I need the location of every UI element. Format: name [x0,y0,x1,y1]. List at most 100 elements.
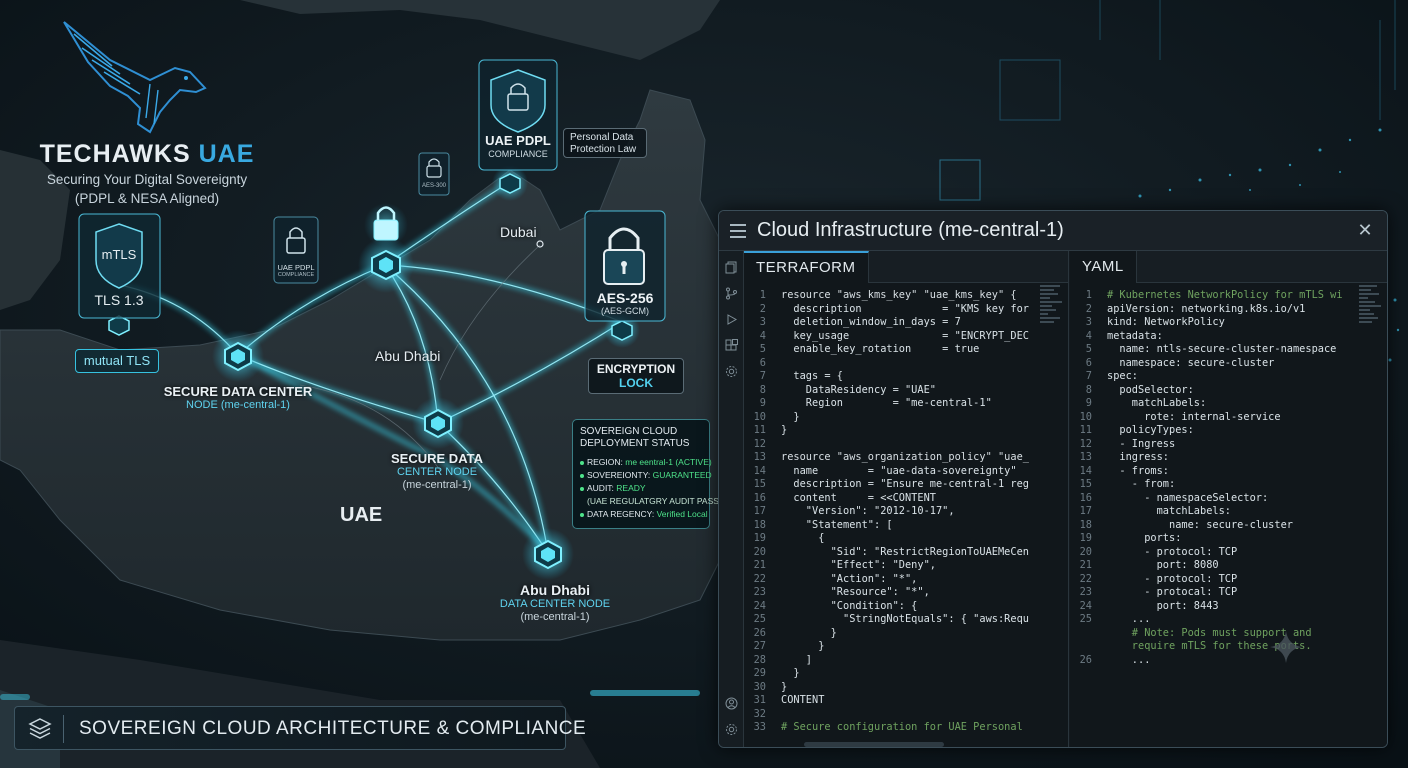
brand-title: TECHAWKS UAE [22,140,272,169]
code-line[interactable]: 2 apiVersion: networking.k8s.io/v1 [1070,303,1387,317]
code-line[interactable]: 11} [744,424,1068,438]
activity-bar [719,251,744,747]
code-line[interactable]: 31 CONTENT [744,694,1068,708]
code-line[interactable]: 19 ports: [1070,532,1387,546]
yaml-pane[interactable]: YAML 1 # Kubernetes NetworkPolicy for mTL… [1070,251,1387,747]
code-line[interactable]: 16 - namespaceSelector: [1070,492,1387,506]
close-button[interactable]: ✕ [1355,219,1375,241]
code-line[interactable]: 6 [744,357,1068,371]
code-line[interactable]: 5 enable_key_rotation = true [744,343,1068,357]
code-line[interactable]: require mTLS for these ports. [1070,640,1387,654]
code-line[interactable]: 24 port: 8443 [1070,600,1387,614]
status-value: READY [616,483,646,493]
code-line[interactable]: 14 name = "uae-data-sovereignty" [744,465,1068,479]
code-line[interactable]: 13 ingress: [1070,451,1387,465]
code-line[interactable]: 12 [744,438,1068,452]
line-number: 7 [1085,370,1092,382]
menu-icon[interactable] [730,224,746,238]
code-line[interactable]: 25 ... [1070,613,1387,627]
code-line[interactable]: 3 kind: NetworkPolicy [1070,316,1387,330]
code-line[interactable]: 17 matchLabels: [1070,505,1387,519]
line-number: 28 [753,653,766,666]
extensions-icon[interactable] [725,339,738,352]
code-line[interactable]: 6 namespace: secure-cluster [1070,357,1387,371]
code-line[interactable]: 12 - Ingress [1070,438,1387,452]
status-value: Verified Local [656,509,708,519]
code-line[interactable]: 30} [744,681,1068,695]
code-line[interactable]: 22 "Action": "*", [744,573,1068,587]
code-line[interactable]: 26 ... [1070,654,1387,668]
code-line[interactable]: 21 "Effect": "Deny", [744,559,1068,573]
code-line[interactable]: 3 deletion_window_in_days = 7 [744,316,1068,330]
source-control-icon[interactable] [725,287,738,300]
code-line[interactable]: 9 matchLabels: [1070,397,1387,411]
code-line[interactable]: 1 resource "aws_kms_key" "uae_kms_key" { [744,289,1068,303]
code-line[interactable]: 16 content = <<CONTENT [744,492,1068,506]
manage-gear-icon[interactable] [725,723,738,736]
yaml-code[interactable]: 1 # Kubernetes NetworkPolicy for mTLS wi 2… [1070,289,1387,667]
code-line[interactable]: 27 } [744,640,1068,654]
code-line[interactable]: 15 description = "Ensure me-central-1 re… [744,478,1068,492]
code-line[interactable]: 14 - froms: [1070,465,1387,479]
tab-terraform[interactable]: TERRAFORM [744,251,869,283]
code-text: DataResidency = "UAE" [781,383,936,396]
yaml-minimap[interactable] [1359,285,1385,405]
code-line[interactable]: 9 Region = "me-central-1" [744,397,1068,411]
mutual-tls-label: mutual TLS [75,349,159,373]
footer-separator [63,715,64,743]
code-line[interactable]: 7 spec: [1070,370,1387,384]
code-line[interactable]: 25 "StringNotEquals": { "aws:Requ [744,613,1068,627]
code-line[interactable]: 8 DataResidency = "UAE" [744,384,1068,398]
code-line[interactable]: 1 # Kubernetes NetworkPolicy for mTLS wi [1070,289,1387,303]
country-uae: UAE [340,504,383,526]
status-dot-icon [580,473,584,478]
code-line[interactable]: 13 resource "aws_organization_policy" "ua… [744,451,1068,465]
code-line[interactable]: 4 key_usage = "ENCRYPT_DEC [744,330,1068,344]
line-number: 24 [753,599,766,612]
code-line[interactable]: 23 - protocal: TCP [1070,586,1387,600]
code-text: description = "KMS key for [781,302,1029,315]
code-line[interactable]: 32 [744,708,1068,722]
code-line[interactable]: 33 # Secure configuration for UAE Persona… [744,721,1068,735]
code-text: } [781,424,788,436]
code-line[interactable]: 20 - protocol: TCP [1070,546,1387,560]
code-line[interactable]: 28 ] [744,654,1068,668]
terraform-horizontal-scrollbar[interactable] [804,742,944,747]
code-line[interactable]: 24 "Condition": { [744,600,1068,614]
code-line[interactable]: 2 description = "KMS key for [744,303,1068,317]
code-line[interactable]: 8 podSelector: [1070,384,1387,398]
settings-gear-icon[interactable] [725,365,738,378]
terraform-code[interactable]: 1 resource "aws_kms_key" "uae_kms_key" {2… [744,289,1068,735]
code-line[interactable]: 19 { [744,532,1068,546]
code-line[interactable]: # Note: Pods must support and [1070,627,1387,641]
code-line[interactable]: 23 "Resource": "*", [744,586,1068,600]
small-lock-pdpl-label-1: UAE PDPL [277,263,315,272]
run-debug-icon[interactable] [725,313,738,326]
status-heading-2: DEPLOYMENT STATUS [580,438,690,449]
code-line[interactable]: 7 tags = { [744,370,1068,384]
code-line[interactable]: 18 "Statement": [ [744,519,1068,533]
code-line[interactable]: 21 port: 8080 [1070,559,1387,573]
tab-yaml[interactable]: YAML [1070,251,1137,283]
code-line[interactable]: 20 "Sid": "RestrictRegionToUAEMeCen [744,546,1068,560]
code-line[interactable]: 15 - from: [1070,478,1387,492]
code-line[interactable]: 4 metadata: [1070,330,1387,344]
code-line[interactable]: 17 "Version": "2012-10-17", [744,505,1068,519]
code-text: - froms: [1107,464,1169,477]
code-line[interactable]: 18 name: secure-cluster [1070,519,1387,533]
code-line[interactable]: 26 } [744,627,1068,641]
line-number: 2 [1085,302,1092,315]
code-line[interactable]: 11 policyTypes: [1070,424,1387,438]
line-number: 29 [753,667,766,679]
code-line[interactable]: 29 } [744,667,1068,681]
terraform-minimap[interactable] [1040,285,1066,405]
code-text: matchLabels: [1107,505,1231,517]
line-number: 25 [1079,613,1092,625]
terraform-pane[interactable]: TERRAFORM 1 resource "aws_kms_key" "uae_k… [744,251,1069,747]
account-icon[interactable] [725,697,738,710]
code-line[interactable]: 22 - protocol: TCP [1070,573,1387,587]
code-line[interactable]: 10 } [744,411,1068,425]
files-icon[interactable] [725,261,738,274]
code-line[interactable]: 5 name: ntls-secure-cluster-namespace [1070,343,1387,357]
code-line[interactable]: 10 rote: internal-service [1070,411,1387,425]
